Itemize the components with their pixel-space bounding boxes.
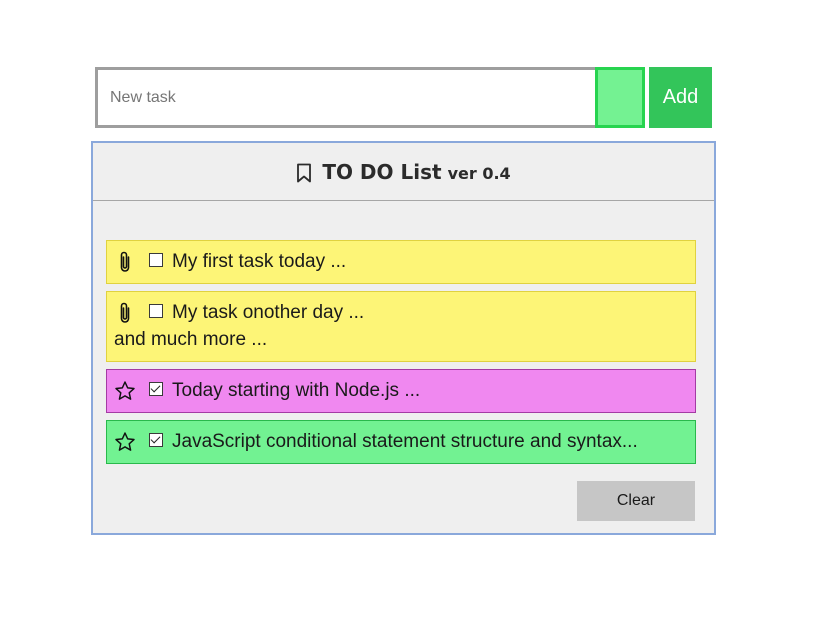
task-item[interactable]: My first task today ...	[106, 240, 696, 284]
star-icon[interactable]	[114, 430, 136, 454]
star-icon[interactable]	[114, 379, 136, 403]
color-picker[interactable]	[595, 67, 645, 128]
task-text-continuation: and much more ...	[114, 329, 268, 350]
clear-button[interactable]: Clear	[577, 481, 695, 521]
task-checkbox[interactable]	[149, 253, 163, 267]
task-checkbox[interactable]	[149, 382, 163, 396]
title-text: TO DO List	[322, 159, 442, 184]
version-text: ver 0.4	[447, 164, 511, 183]
new-task-input[interactable]	[95, 67, 595, 128]
paperclip-icon[interactable]	[114, 250, 136, 274]
todo-card: TO DO List ver 0.4 My first task today .…	[91, 141, 716, 535]
paperclip-icon[interactable]	[114, 301, 136, 325]
task-item[interactable]: Today starting with Node.js ...	[106, 369, 696, 413]
card-header: TO DO List ver 0.4	[93, 143, 714, 201]
bookmark-icon	[296, 163, 312, 183]
page-title: TO DO List ver 0.4	[296, 159, 511, 184]
add-button[interactable]: Add	[649, 67, 712, 128]
app: Add TO DO List ver 0.4	[0, 0, 814, 622]
task-text: JavaScript conditional statement structu…	[172, 431, 638, 452]
task-text: My task onother day ...	[172, 302, 365, 323]
task-checkbox[interactable]	[149, 433, 163, 447]
task-item[interactable]: JavaScript conditional statement structu…	[106, 420, 696, 464]
task-text: Today starting with Node.js ...	[172, 380, 421, 401]
task-list: My first task today ... My task onother …	[106, 240, 696, 471]
task-text: My first task today ...	[172, 251, 347, 272]
new-task-form: Add	[95, 67, 712, 128]
task-checkbox[interactable]	[149, 304, 163, 318]
task-item[interactable]: My task onother day ... and much more ..…	[106, 291, 696, 362]
